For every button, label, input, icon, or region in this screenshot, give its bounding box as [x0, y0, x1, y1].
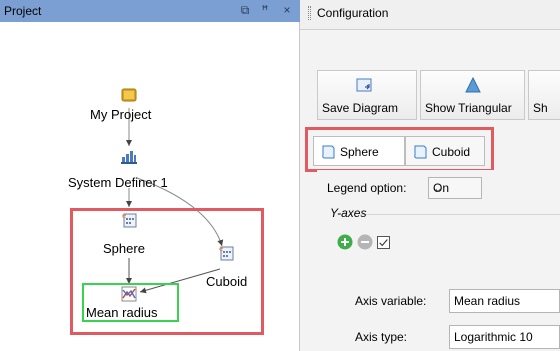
project-panel: Project ⧉ ꟸ × My Project System Definer …	[0, 0, 300, 351]
triangle-icon	[465, 77, 481, 93]
node-my-project-label[interactable]: My Project	[90, 107, 151, 122]
legend-option-select[interactable]: On ⌄	[428, 177, 482, 199]
configuration-header: Configuration	[300, 0, 560, 30]
add-circle-icon[interactable]	[337, 234, 353, 250]
close-icon[interactable]: ×	[280, 3, 294, 17]
y-axes-divider	[360, 214, 560, 215]
show-more-label: Sh	[533, 101, 548, 115]
project-panel-header: Project ⧉ ꟸ ×	[0, 0, 300, 22]
axis-variable-field[interactable]: Mean radius	[449, 289, 560, 313]
configuration-title: Configuration	[317, 6, 389, 20]
project-folder-icon[interactable]	[121, 87, 137, 103]
project-panel-title: Project	[4, 4, 42, 18]
show-triangular-label: Show Triangular	[425, 101, 512, 115]
drag-grip-icon[interactable]	[308, 6, 311, 20]
save-diagram-label: Save Diagram	[322, 101, 399, 115]
select-checkbox[interactable]	[377, 236, 390, 249]
axis-type-select[interactable]: Logarithmic 10	[449, 325, 560, 349]
show-more-button[interactable]: Sh	[528, 70, 560, 120]
legend-option-label: Legend option:	[327, 181, 407, 195]
axis-type-value: Logarithmic 10	[454, 330, 533, 344]
show-triangular-button[interactable]: Show Triangular	[420, 70, 525, 120]
restore-icon[interactable]: ⧉	[238, 3, 252, 17]
y-axes-group-title: Y-axes	[330, 206, 367, 220]
tabs-highlight	[305, 127, 494, 172]
project-graph-canvas[interactable]: My Project System Definer 1 e Sphere e C…	[0, 22, 300, 351]
save-diagram-button[interactable]: Save Diagram	[317, 70, 417, 120]
save-diagram-icon	[356, 78, 372, 92]
remove-circle-icon[interactable]	[357, 234, 373, 250]
chevron-down-icon: ⌄	[433, 181, 444, 195]
axis-variable-value: Mean radius	[454, 294, 521, 308]
pin-icon[interactable]: ꟸ	[258, 3, 272, 17]
system-definer-icon[interactable]	[121, 148, 137, 164]
axis-variable-label: Axis variable:	[355, 294, 427, 308]
node-system-definer-label[interactable]: System Definer 1	[68, 175, 168, 190]
calculation-group-highlight	[70, 208, 264, 335]
axis-type-label: Axis type:	[355, 330, 408, 344]
app-window: Project ⧉ ꟸ × My Project System Definer …	[0, 0, 560, 351]
